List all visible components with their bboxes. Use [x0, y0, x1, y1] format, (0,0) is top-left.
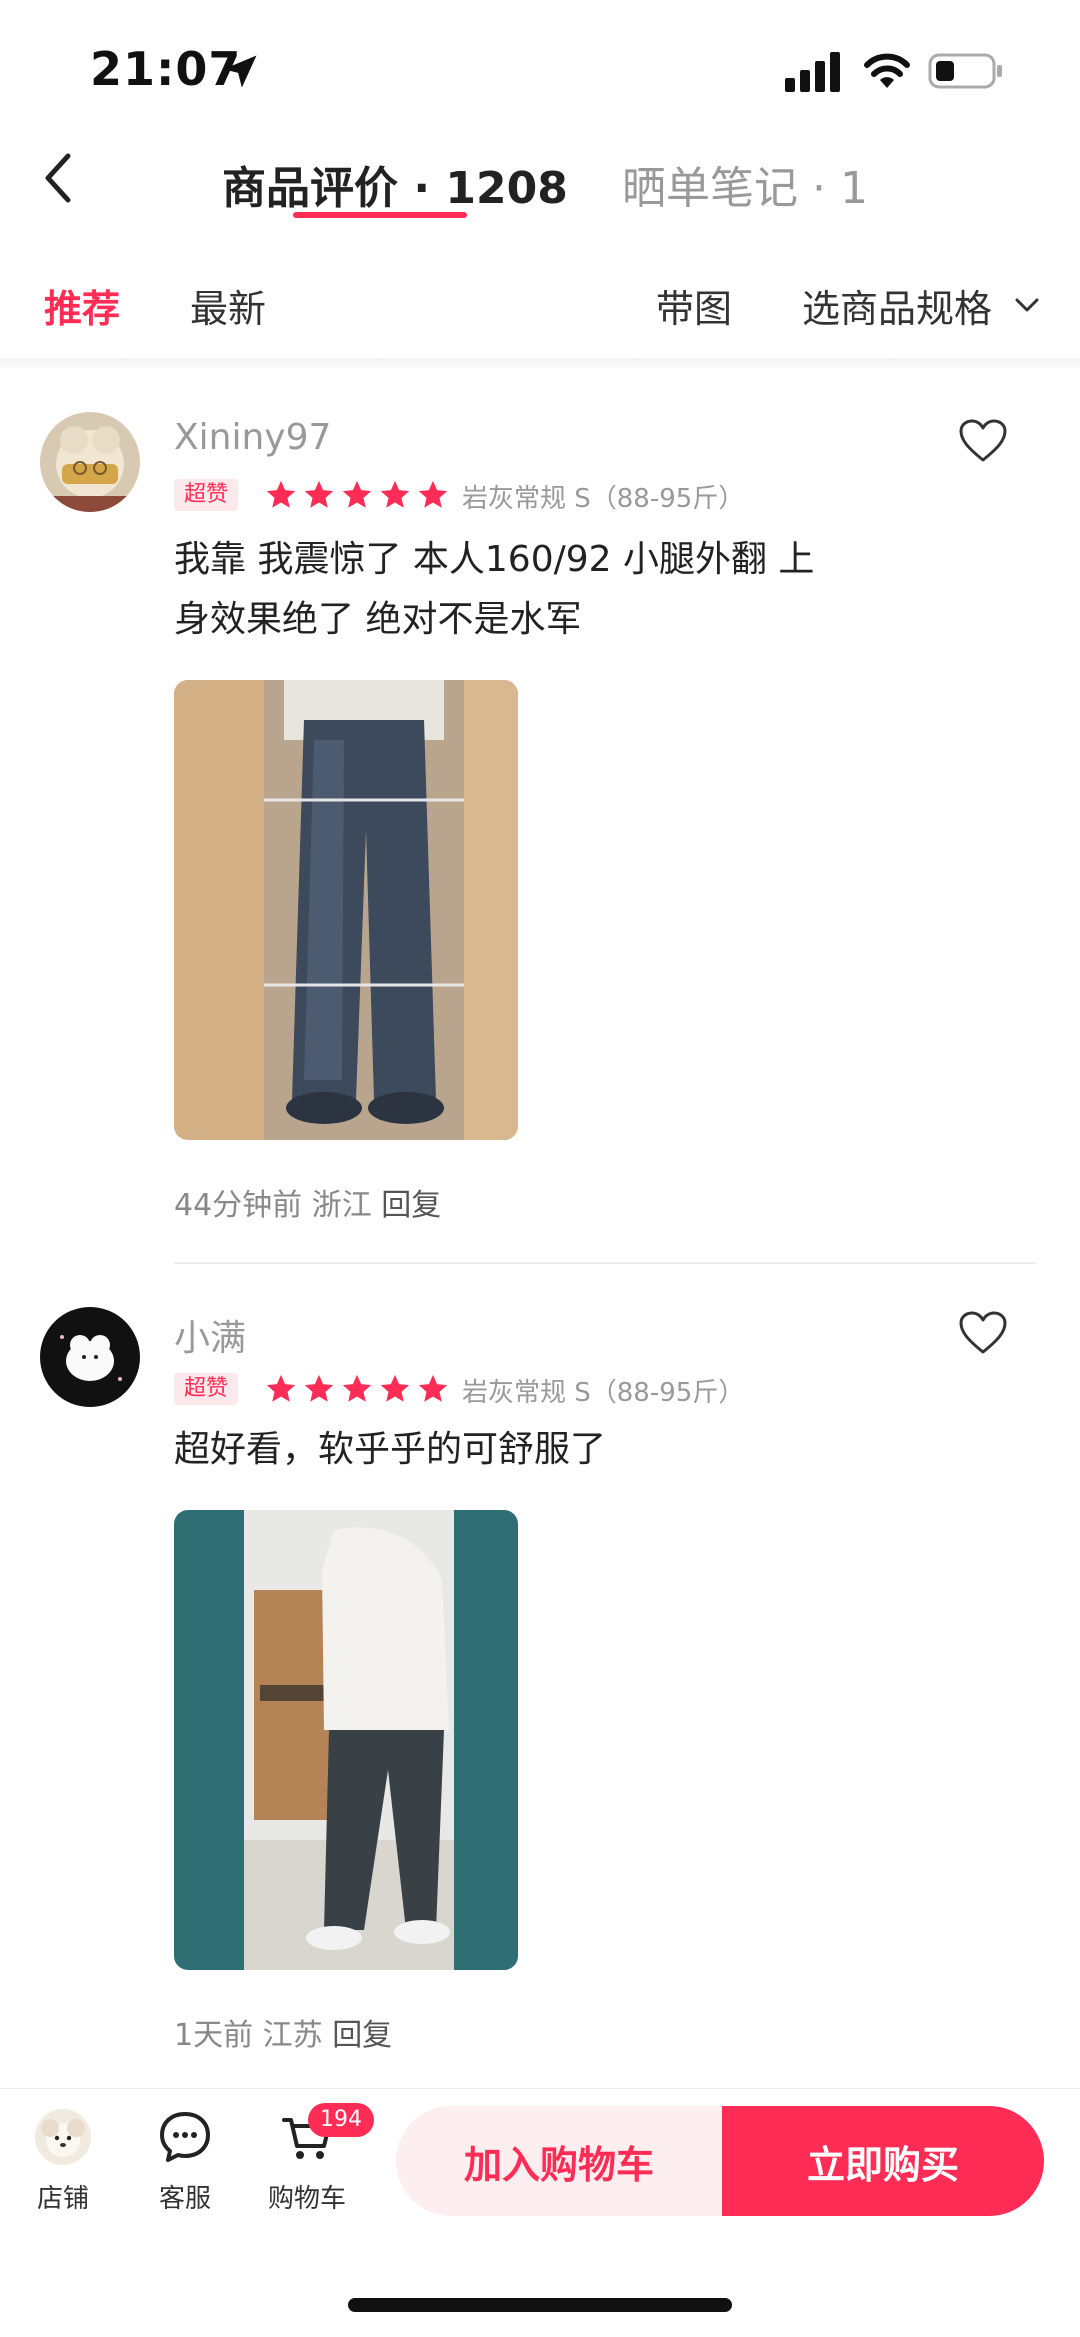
- review-content: 超好看，软乎乎的可舒服了: [174, 1420, 894, 1480]
- product-spec: 岩灰常规 S（88-95斤）: [462, 1378, 745, 1408]
- cart-count-badge: 194: [308, 2103, 374, 2137]
- review-time: 44分钟前: [174, 1188, 303, 1223]
- buy-now-button[interactable]: 立即购买: [722, 2106, 1044, 2216]
- review-content-line: 身效果绝了 绝对不是水军: [174, 599, 582, 640]
- filter-latest[interactable]: 最新: [190, 278, 266, 333]
- review-divider: [174, 1262, 1036, 1264]
- active-tab-indicator: [293, 212, 467, 218]
- cellular-signal-icon: [785, 52, 840, 92]
- tab-product-reviews[interactable]: 商品评价 · 1208: [222, 152, 568, 216]
- filter-with-pictures[interactable]: 带图: [656, 278, 732, 333]
- star-icon: [380, 480, 410, 508]
- heart-icon[interactable]: [958, 1310, 1008, 1356]
- star-rating: [264, 1372, 450, 1406]
- wifi-icon: [864, 53, 910, 88]
- star-icon: [304, 1374, 334, 1402]
- star-icon: [418, 1374, 448, 1402]
- product-spec: 岩灰常规 S（88-95斤）: [462, 484, 745, 514]
- avatar[interactable]: [40, 1307, 140, 1407]
- review-location: 浙江: [311, 1188, 372, 1223]
- add-to-cart-button[interactable]: 加入购物车: [396, 2106, 722, 2216]
- rating-badge: 超赞: [174, 1373, 239, 1405]
- review-content-line: 我靠 我震惊了 本人160/92 小腿外翻 上: [174, 539, 815, 580]
- filter-select-spec[interactable]: 选商品规格: [802, 278, 992, 333]
- cart-label: 购物车: [267, 2184, 346, 2214]
- location-arrow-icon: [223, 55, 257, 88]
- review-content: 我靠 我震惊了 本人160/92 小腿外翻 上 身效果绝了 绝对不是水军: [174, 530, 894, 650]
- star-rating: [264, 478, 450, 512]
- battery-icon: [928, 53, 1002, 89]
- reply-button[interactable]: 回复: [332, 2018, 392, 2053]
- star-icon: [380, 1374, 410, 1402]
- review-username[interactable]: 小满: [174, 1309, 246, 1361]
- filter-divider: [0, 358, 1080, 368]
- reply-button[interactable]: 回复: [381, 1188, 441, 1223]
- service-label: 客服: [158, 2184, 211, 2214]
- home-indicator[interactable]: [348, 2298, 732, 2312]
- review-username[interactable]: Xininy97: [174, 417, 331, 458]
- rating-badge: 超赞: [174, 479, 239, 511]
- star-icon: [304, 480, 334, 508]
- review-photo[interactable]: [174, 680, 518, 1140]
- review-content-line: 超好看，软乎乎的可舒服了: [174, 1429, 607, 1470]
- store-button[interactable]: 店铺: [8, 2108, 118, 2215]
- back-chevron-icon[interactable]: [38, 150, 78, 206]
- chat-bubble-icon: [160, 2112, 210, 2162]
- avatar[interactable]: [40, 412, 140, 512]
- chevron-down-icon[interactable]: [1014, 296, 1040, 314]
- store-avatar-icon: [35, 2109, 91, 2165]
- store-label: 店铺: [36, 2184, 89, 2214]
- tab-showcase-notes[interactable]: 晒单笔记 · 1: [622, 152, 868, 216]
- review-location: 江苏: [262, 2018, 323, 2053]
- customer-service-button[interactable]: 客服: [130, 2108, 240, 2215]
- star-icon: [266, 480, 296, 508]
- status-bar: 21:07: [0, 0, 1080, 140]
- star-icon: [342, 480, 372, 508]
- star-icon: [418, 480, 448, 508]
- review-meta: 1天前 江苏 回复: [174, 2010, 392, 2054]
- review-meta: 44分钟前 浙江 回复: [174, 1180, 441, 1224]
- star-icon: [342, 1374, 372, 1402]
- review-photo[interactable]: [174, 1510, 518, 1970]
- review-time: 1天前: [174, 2018, 254, 2053]
- heart-icon[interactable]: [958, 418, 1008, 464]
- star-icon: [266, 1374, 296, 1402]
- filter-recommend[interactable]: 推荐: [44, 278, 120, 333]
